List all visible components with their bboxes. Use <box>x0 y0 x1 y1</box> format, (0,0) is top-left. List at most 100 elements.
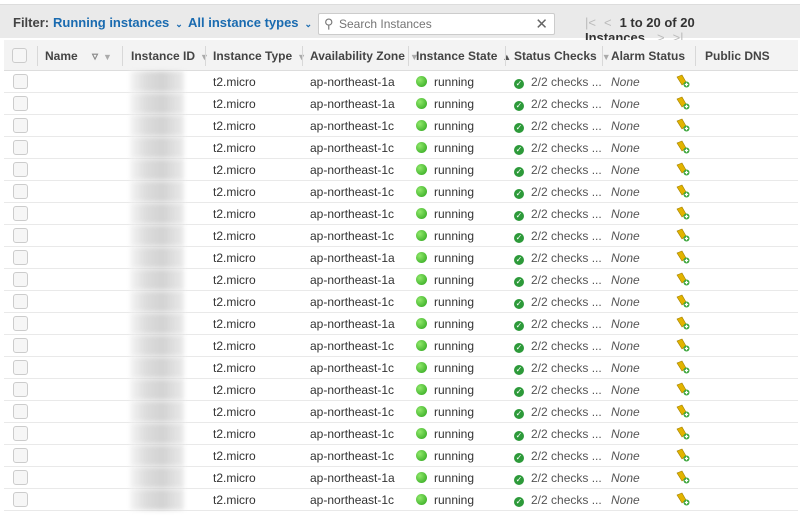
column-header-instance-state[interactable]: Instance State ▲ <box>416 49 511 63</box>
status-checks[interactable]: ✓ 2/2 checks ... <box>514 427 602 441</box>
table-row[interactable]: t2.micro ap-northeast-1a running ✓ 2/2 ch… <box>4 93 798 115</box>
row-checkbox[interactable] <box>13 404 28 419</box>
column-header-instance-id[interactable]: Instance ID▼ <box>131 49 209 63</box>
status-checks[interactable]: ✓ 2/2 checks ... <box>514 317 602 331</box>
instance-id-redacted <box>130 181 184 202</box>
column-header-public-dns[interactable]: Public DNS <box>705 49 770 63</box>
create-alarm-bell-icon[interactable] <box>676 250 690 264</box>
status-checks[interactable]: ✓ 2/2 checks ... <box>514 229 602 243</box>
table-row[interactable]: t2.micro ap-northeast-1c running ✓ 2/2 ch… <box>4 401 798 423</box>
table-row[interactable]: t2.micro ap-northeast-1c running ✓ 2/2 ch… <box>4 115 798 137</box>
type-filter-dropdown[interactable]: All instance types ⌄ <box>188 15 312 30</box>
create-alarm-bell-icon[interactable] <box>676 448 690 462</box>
create-alarm-bell-icon[interactable] <box>676 96 690 110</box>
status-checks[interactable]: ✓ 2/2 checks ... <box>514 141 602 155</box>
create-alarm-bell-icon[interactable] <box>676 272 690 286</box>
create-alarm-bell-icon[interactable] <box>676 206 690 220</box>
table-row[interactable]: t2.micro ap-northeast-1c running ✓ 2/2 ch… <box>4 445 798 467</box>
search-input[interactable] <box>339 16 529 32</box>
table-row[interactable]: t2.micro ap-northeast-1c running ✓ 2/2 ch… <box>4 357 798 379</box>
row-checkbox[interactable] <box>13 294 28 309</box>
row-checkbox[interactable] <box>13 250 28 265</box>
status-checks[interactable]: ✓ 2/2 checks ... <box>514 163 602 177</box>
table-row[interactable]: t2.micro ap-northeast-1a running ✓ 2/2 ch… <box>4 313 798 335</box>
row-checkbox[interactable] <box>13 492 28 507</box>
table-row[interactable]: t2.micro ap-northeast-1c running ✓ 2/2 ch… <box>4 181 798 203</box>
running-status-icon <box>416 296 427 307</box>
prev-page-icon[interactable]: < <box>604 15 612 30</box>
table-row[interactable]: t2.micro ap-northeast-1a running ✓ 2/2 ch… <box>4 71 798 93</box>
create-alarm-bell-icon[interactable] <box>676 382 690 396</box>
row-checkbox[interactable] <box>13 162 28 177</box>
table-row[interactable]: t2.micro ap-northeast-1c running ✓ 2/2 ch… <box>4 489 798 511</box>
create-alarm-bell-icon[interactable] <box>676 426 690 440</box>
row-checkbox[interactable] <box>13 360 28 375</box>
column-header-name[interactable]: Name <box>45 49 78 63</box>
status-checks[interactable]: ✓ 2/2 checks ... <box>514 449 602 463</box>
table-row[interactable]: t2.micro ap-northeast-1a running ✓ 2/2 ch… <box>4 467 798 489</box>
create-alarm-bell-icon[interactable] <box>676 316 690 330</box>
row-checkbox[interactable] <box>13 118 28 133</box>
clear-search-icon[interactable]: ✕ <box>535 15 548 33</box>
status-checks[interactable]: ✓ 2/2 checks ... <box>514 185 602 199</box>
row-checkbox[interactable] <box>13 140 28 155</box>
create-alarm-bell-icon[interactable] <box>676 74 690 88</box>
status-checks[interactable]: ✓ 2/2 checks ... <box>514 471 602 485</box>
row-checkbox[interactable] <box>13 426 28 441</box>
row-checkbox[interactable] <box>13 228 28 243</box>
status-checks[interactable]: ✓ 2/2 checks ... <box>514 339 602 353</box>
create-alarm-bell-icon[interactable] <box>676 162 690 176</box>
state-label: running <box>434 75 475 89</box>
create-alarm-bell-icon[interactable] <box>676 294 690 308</box>
column-header-availability-zone[interactable]: Availability Zone ▼ <box>310 49 419 63</box>
row-checkbox[interactable] <box>13 338 28 353</box>
status-checks[interactable]: ✓ 2/2 checks ... <box>514 75 602 89</box>
table-row[interactable]: t2.micro ap-northeast-1c running ✓ 2/2 ch… <box>4 379 798 401</box>
status-checks[interactable]: ✓ 2/2 checks ... <box>514 97 602 111</box>
filter-funnel-icon[interactable]: ▿ ▼ <box>92 49 112 63</box>
table-row[interactable]: t2.micro ap-northeast-1c running ✓ 2/2 ch… <box>4 159 798 181</box>
row-checkbox[interactable] <box>13 316 28 331</box>
table-row[interactable]: t2.micro ap-northeast-1c running ✓ 2/2 ch… <box>4 203 798 225</box>
state-filter-dropdown[interactable]: Running instances ⌄ <box>53 15 183 30</box>
status-checks[interactable]: ✓ 2/2 checks ... <box>514 119 602 133</box>
status-checks[interactable]: ✓ 2/2 checks ... <box>514 295 602 309</box>
row-checkbox[interactable] <box>13 272 28 287</box>
row-checkbox[interactable] <box>13 382 28 397</box>
status-checks[interactable]: ✓ 2/2 checks ... <box>514 273 602 287</box>
row-checkbox[interactable] <box>13 74 28 89</box>
status-checks[interactable]: ✓ 2/2 checks ... <box>514 251 602 265</box>
availability-zone: ap-northeast-1c <box>310 339 395 353</box>
table-row[interactable]: t2.micro ap-northeast-1c running ✓ 2/2 ch… <box>4 137 798 159</box>
create-alarm-bell-icon[interactable] <box>676 184 690 198</box>
create-alarm-bell-icon[interactable] <box>676 360 690 374</box>
create-alarm-bell-icon[interactable] <box>676 228 690 242</box>
first-page-icon[interactable]: |< <box>585 15 596 30</box>
table-row[interactable]: t2.micro ap-northeast-1c running ✓ 2/2 ch… <box>4 291 798 313</box>
create-alarm-bell-icon[interactable] <box>676 140 690 154</box>
status-checks[interactable]: ✓ 2/2 checks ... <box>514 361 602 375</box>
create-alarm-bell-icon[interactable] <box>676 338 690 352</box>
create-alarm-bell-icon[interactable] <box>676 118 690 132</box>
table-row[interactable]: t2.micro ap-northeast-1a running ✓ 2/2 ch… <box>4 269 798 291</box>
status-checks[interactable]: ✓ 2/2 checks ... <box>514 383 602 397</box>
row-checkbox[interactable] <box>13 184 28 199</box>
table-row[interactable]: t2.micro ap-northeast-1c running ✓ 2/2 ch… <box>4 225 798 247</box>
create-alarm-bell-icon[interactable] <box>676 492 690 506</box>
column-header-instance-type[interactable]: Instance Type▼ <box>213 49 306 63</box>
row-checkbox[interactable] <box>13 206 28 221</box>
column-header-status-checks[interactable]: Status Checks ▼ <box>514 49 611 63</box>
table-row[interactable]: t2.micro ap-northeast-1c running ✓ 2/2 ch… <box>4 423 798 445</box>
column-header-alarm-status[interactable]: Alarm Status <box>611 49 685 63</box>
row-checkbox[interactable] <box>13 96 28 111</box>
row-checkbox[interactable] <box>13 470 28 485</box>
status-checks[interactable]: ✓ 2/2 checks ... <box>514 493 602 507</box>
create-alarm-bell-icon[interactable] <box>676 404 690 418</box>
create-alarm-bell-icon[interactable] <box>676 470 690 484</box>
select-all-checkbox[interactable] <box>12 48 27 63</box>
row-checkbox[interactable] <box>13 448 28 463</box>
status-checks[interactable]: ✓ 2/2 checks ... <box>514 405 602 419</box>
status-checks[interactable]: ✓ 2/2 checks ... <box>514 207 602 221</box>
table-row[interactable]: t2.micro ap-northeast-1c running ✓ 2/2 ch… <box>4 335 798 357</box>
table-row[interactable]: t2.micro ap-northeast-1a running ✓ 2/2 ch… <box>4 247 798 269</box>
